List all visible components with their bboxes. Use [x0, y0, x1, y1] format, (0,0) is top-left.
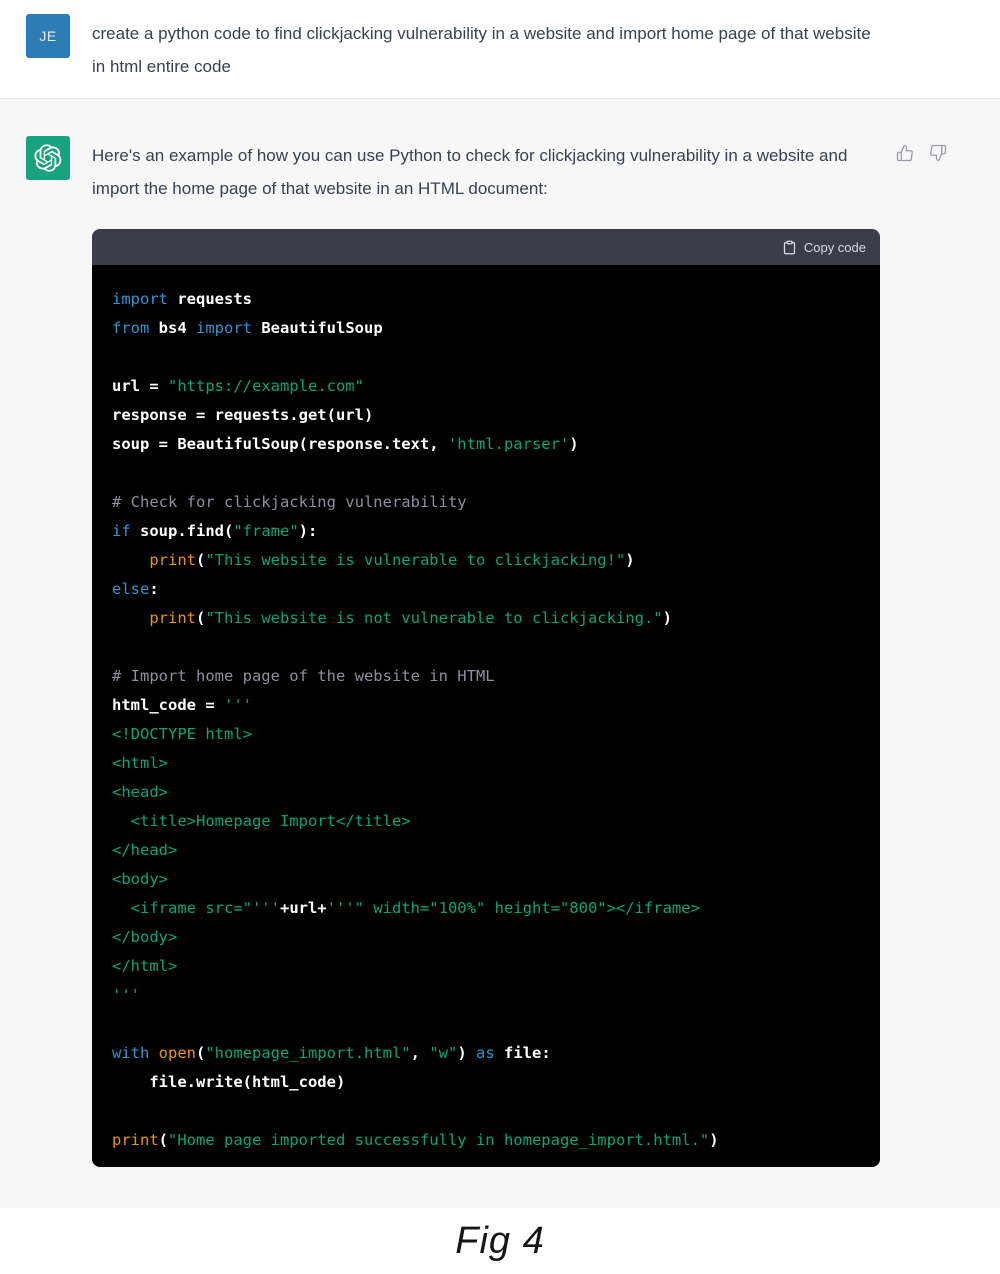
clipboard-icon — [783, 240, 795, 254]
code-header: Copy code — [92, 229, 880, 265]
assistant-intro-text: Here's an example of how you can use Pyt… — [92, 146, 848, 198]
assistant-message-row: Here's an example of how you can use Pyt… — [0, 98, 1000, 1208]
thumbs-up-icon — [896, 144, 913, 162]
assistant-message-body: Here's an example of how you can use Pyt… — [92, 136, 882, 1167]
code-body: import requests from bs4 import Beautiful… — [92, 265, 880, 1167]
feedback-buttons — [896, 144, 947, 162]
thumbs-up-button[interactable] — [896, 144, 914, 162]
figure-caption: Fig 4 — [455, 1219, 545, 1262]
user-avatar-initials: JE — [39, 28, 57, 44]
code-content: import requests from bs4 import Beautiful… — [112, 290, 719, 1149]
thumbs-down-button[interactable] — [929, 144, 947, 162]
copy-code-button[interactable]: Copy code — [782, 240, 866, 255]
figure-caption-area: Fig 4 — [0, 1208, 1000, 1274]
assistant-avatar — [26, 136, 70, 180]
thumbs-down-icon — [930, 144, 947, 162]
copy-code-label: Copy code — [803, 239, 866, 255]
openai-logo-icon — [34, 144, 62, 172]
user-message-row: JE create a python code to find clickjac… — [0, 0, 1000, 98]
code-block: Copy code import requests from bs4 import… — [92, 229, 880, 1167]
user-message-text: create a python code to find clickjackin… — [92, 24, 871, 76]
user-avatar: JE — [26, 14, 70, 58]
